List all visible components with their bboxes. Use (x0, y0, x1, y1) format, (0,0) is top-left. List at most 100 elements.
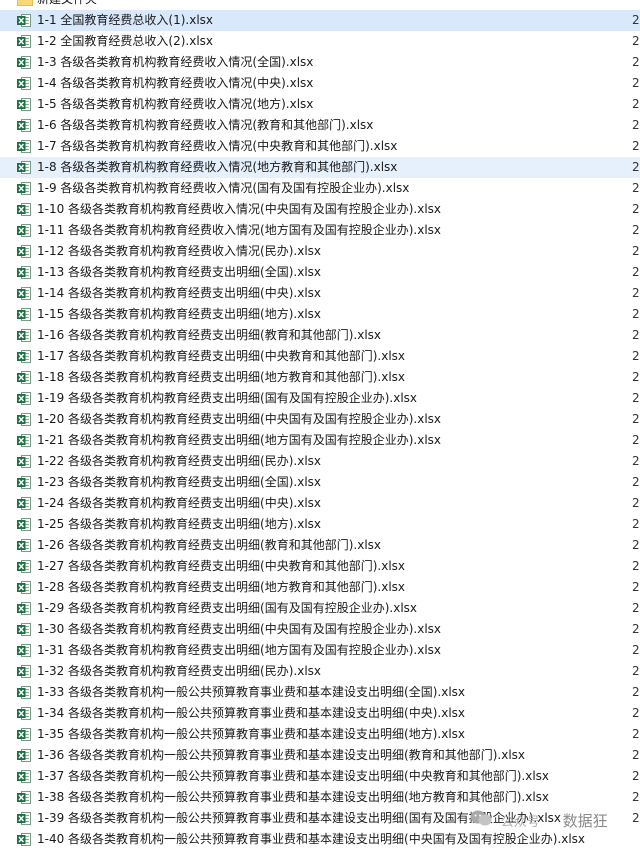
file-row[interactable]: 1-36 各级各类教育机构一般公共预算教育事业费和基本建设支出明细(教育和其他部… (0, 745, 640, 766)
date-modified-cell: 2 (632, 139, 640, 153)
file-row[interactable]: 1-9 各级各类教育机构教育经费收入情况(国有及国有控股企业办).xlsx 2 (0, 178, 640, 199)
file-name: 1-14 各级各类教育机构教育经费支出明细(中央).xlsx (37, 286, 322, 300)
file-row[interactable]: 1-31 各级各类教育机构教育经费支出明细(地方国有及国有控股企业办).xlsx… (0, 640, 640, 661)
date-modified-cell: 2 (632, 496, 640, 510)
file-row[interactable]: 1-28 各级各类教育机构教育经费支出明细(地方教育和其他部门).xlsx 2 (0, 577, 640, 598)
file-name: 1-33 各级各类教育机构一般公共预算教育事业费和基本建设支出明细(全国).xl… (37, 685, 466, 699)
date-modified-cell: 2 (632, 601, 640, 615)
file-row[interactable]: 1-34 各级各类教育机构一般公共预算教育事业费和基本建设支出明细(中央).xl… (0, 703, 640, 724)
date-modified-cell: 2 (632, 76, 640, 90)
file-row[interactable]: 1-25 各级各类教育机构教育经费支出明细(地方).xlsx 2 (0, 514, 640, 535)
excel-file-icon (17, 643, 31, 658)
file-row[interactable]: 1-30 各级各类教育机构教育经费支出明细(中央国有及国有控股企业办).xlsx… (0, 619, 640, 640)
excel-file-icon (17, 601, 31, 616)
file-row[interactable]: 1-32 各级各类教育机构教育经费支出明细(民办).xlsx 2 (0, 661, 640, 682)
file-row[interactable]: 1-24 各级各类教育机构教育经费支出明细(中央).xlsx 2 (0, 493, 640, 514)
file-name: 1-25 各级各类教育机构教育经费支出明细(地方).xlsx (37, 517, 322, 531)
date-modified-cell: 2 (632, 517, 640, 531)
excel-file-icon (17, 181, 31, 196)
file-row[interactable]: 1-6 各级各类教育机构教育经费收入情况(教育和其他部门).xlsx 2 (0, 115, 640, 136)
date-modified-cell: 2 (632, 328, 640, 342)
date-modified-cell: 2 (632, 13, 640, 27)
date-modified-cell: 2 (632, 202, 640, 216)
file-name: 1-3 各级各类教育机构教育经费收入情况(全国).xlsx (37, 55, 314, 69)
file-row[interactable]: 1-2 全国教育经费总收入(2).xlsx 2 (0, 31, 640, 52)
file-row[interactable]: 1-14 各级各类教育机构教育经费支出明细(中央).xlsx 2 (0, 283, 640, 304)
file-row[interactable]: 1-16 各级各类教育机构教育经费支出明细(教育和其他部门).xlsx 2 (0, 325, 640, 346)
file-name: 1-29 各级各类教育机构教育经费支出明细(国有及国有控股企业办).xlsx (37, 601, 418, 615)
file-name: 1-26 各级各类教育机构教育经费支出明细(教育和其他部门).xlsx (37, 538, 382, 552)
excel-file-icon (17, 265, 31, 280)
file-name: 1-9 各级各类教育机构教育经费收入情况(国有及国有控股企业办).xlsx (37, 181, 410, 195)
date-modified-cell: 2 (632, 475, 640, 489)
date-modified-cell: 2 (632, 454, 640, 468)
file-row[interactable]: 1-10 各级各类教育机构教育经费收入情况(中央国有及国有控股企业办).xlsx… (0, 199, 640, 220)
file-name: 1-23 各级各类教育机构教育经费支出明细(全国).xlsx (37, 475, 322, 489)
excel-file-icon (17, 454, 31, 469)
date-modified-cell: 2 (632, 391, 640, 405)
excel-file-icon (17, 538, 31, 553)
date-modified-cell: 2 (632, 685, 640, 699)
file-row[interactable]: 1-19 各级各类教育机构教育经费支出明细(国有及国有控股企业办).xlsx 2 (0, 388, 640, 409)
excel-file-icon (17, 202, 31, 217)
date-modified-cell: 2 (632, 265, 640, 279)
date-modified-cell: 2 (632, 433, 640, 447)
excel-file-icon (17, 496, 31, 511)
excel-file-icon (17, 160, 31, 175)
file-row[interactable]: 1-4 各级各类教育机构教育经费收入情况(中央).xlsx 2 (0, 73, 640, 94)
file-name: 1-6 各级各类教育机构教育经费收入情况(教育和其他部门).xlsx (37, 118, 374, 132)
file-name: 1-11 各级各类教育机构教育经费收入情况(地方国有及国有控股企业办).xlsx (37, 223, 442, 237)
file-row[interactable]: 1-20 各级各类教育机构教育经费支出明细(中央国有及国有控股企业办).xlsx… (0, 409, 640, 430)
file-row[interactable]: 1-38 各级各类教育机构一般公共预算教育事业费和基本建设支出明细(地方教育和其… (0, 787, 640, 808)
date-modified-cell: 2 (632, 181, 640, 195)
excel-file-icon (17, 391, 31, 406)
file-name: 1-2 全国教育经费总收入(2).xlsx (37, 34, 214, 48)
file-row[interactable]: 1-3 各级各类教育机构教育经费收入情况(全国).xlsx 2 (0, 52, 640, 73)
watermark-text: 数据狂 (562, 812, 608, 830)
file-row[interactable]: 1-18 各级各类教育机构教育经费支出明细(地方教育和其他部门).xlsx 2 (0, 367, 640, 388)
file-row[interactable]: 1-17 各级各类教育机构教育经费支出明细(中央教育和其他部门).xlsx 2 (0, 346, 640, 367)
file-row[interactable]: 1-8 各级各类教育机构教育经费收入情况(地方教育和其他部门).xlsx 2 (0, 157, 640, 178)
file-row[interactable]: 1-11 各级各类教育机构教育经费收入情况(地方国有及国有控股企业办).xlsx… (0, 220, 640, 241)
excel-file-icon (17, 832, 31, 847)
file-row[interactable]: 1-15 各级各类教育机构教育经费支出明细(地方).xlsx 2 (0, 304, 640, 325)
file-row[interactable]: 1-13 各级各类教育机构教育经费支出明细(全国).xlsx 2 (0, 262, 640, 283)
file-name: 1-24 各级各类教育机构教育经费支出明细(中央).xlsx (37, 496, 322, 510)
file-row[interactable]: 1-1 全国教育经费总收入(1).xlsx 2 (0, 10, 640, 31)
file-name: 1-35 各级各类教育机构一般公共预算教育事业费和基本建设支出明细(地方).xl… (37, 727, 466, 741)
folder-row[interactable]: 新建文件夹 (0, 0, 640, 10)
file-row[interactable]: 1-27 各级各类教育机构教育经费支出明细(中央教育和其他部门).xlsx 2 (0, 556, 640, 577)
file-row[interactable]: 1-5 各级各类教育机构教育经费收入情况(地方).xlsx 2 (0, 94, 640, 115)
file-row[interactable]: 1-35 各级各类教育机构一般公共预算教育事业费和基本建设支出明细(地方).xl… (0, 724, 640, 745)
file-row[interactable]: 1-26 各级各类教育机构教育经费支出明细(教育和其他部门).xlsx 2 (0, 535, 640, 556)
file-row[interactable]: 1-7 各级各类教育机构教育经费收入情况(中央教育和其他部门).xlsx 2 (0, 136, 640, 157)
excel-file-icon (17, 34, 31, 49)
excel-file-icon (17, 748, 31, 763)
file-row[interactable]: 1-23 各级各类教育机构教育经费支出明细(全国).xlsx 2 (0, 472, 640, 493)
file-name: 1-7 各级各类教育机构教育经费收入情况(中央教育和其他部门).xlsx (37, 139, 398, 153)
excel-file-icon (17, 559, 31, 574)
date-modified-cell: 2 (632, 580, 640, 594)
file-row[interactable]: 1-12 各级各类教育机构教育经费收入情况(民办).xlsx 2 (0, 241, 640, 262)
file-row[interactable]: 1-22 各级各类教育机构教育经费支出明细(民办).xlsx 2 (0, 451, 640, 472)
date-modified-cell: 2 (632, 412, 640, 426)
file-name: 1-1 全国教育经费总收入(1).xlsx (37, 13, 214, 27)
excel-file-icon (17, 118, 31, 133)
file-name: 1-27 各级各类教育机构教育经费支出明细(中央教育和其他部门).xlsx (37, 559, 406, 573)
file-row[interactable]: 1-33 各级各类教育机构一般公共预算教育事业费和基本建设支出明细(全国).xl… (0, 682, 640, 703)
file-name: 1-8 各级各类教育机构教育经费收入情况(地方教育和其他部门).xlsx (37, 160, 398, 174)
date-modified-cell: 2 (632, 286, 640, 300)
file-row[interactable]: 1-29 各级各类教育机构教育经费支出明细(国有及国有控股企业办).xlsx 2 (0, 598, 640, 619)
date-modified-cell: 2 (632, 790, 640, 804)
file-name: 1-20 各级各类教育机构教育经费支出明细(中央国有及国有控股企业办).xlsx (37, 412, 442, 426)
date-modified-cell: 2 (632, 97, 640, 111)
date-modified-cell: 2 (632, 55, 640, 69)
excel-file-icon (17, 139, 31, 154)
excel-file-icon (17, 727, 31, 742)
file-row[interactable]: 1-21 各级各类教育机构教育经费支出明细(地方国有及国有控股企业办).xlsx… (0, 430, 640, 451)
watermark-sub: 公众号 (500, 815, 540, 830)
file-name: 1-38 各级各类教育机构一般公共预算教育事业费和基本建设支出明细(地方教育和其… (37, 790, 550, 804)
file-row[interactable]: 1-37 各级各类教育机构一般公共预算教育事业费和基本建设支出明细(中央教育和其… (0, 766, 640, 787)
file-name: 1-12 各级各类教育机构教育经费收入情况(民办).xlsx (37, 244, 322, 258)
date-modified-cell: 2 (632, 769, 640, 783)
